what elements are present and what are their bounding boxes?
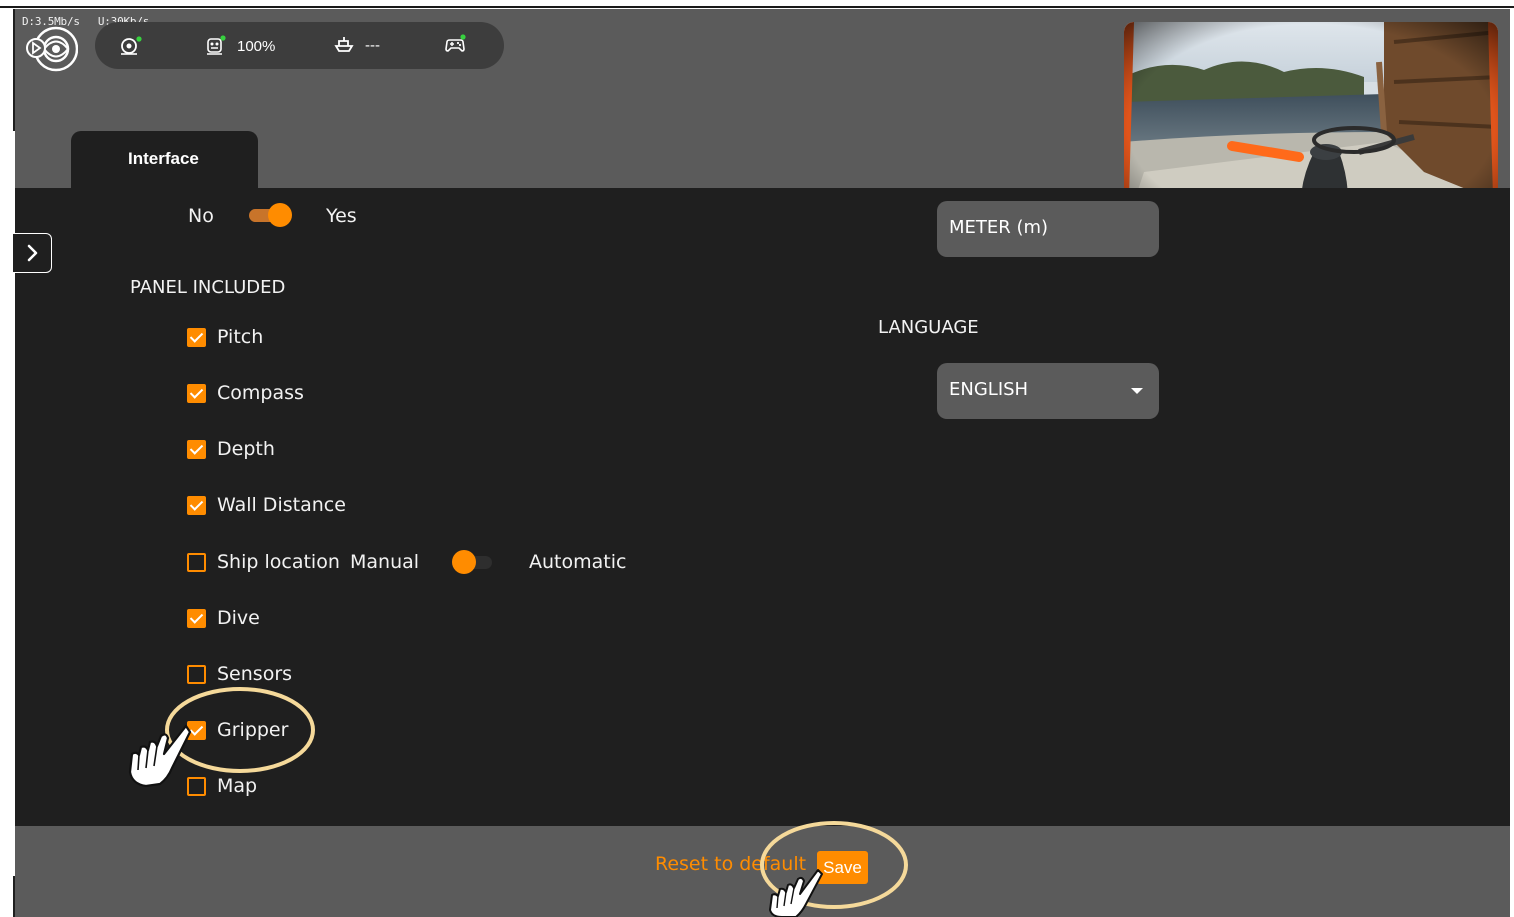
boat-icon [333, 34, 355, 56]
depth-checkbox[interactable] [187, 439, 206, 459]
gripper-label: Gripper [217, 719, 289, 741]
rov-status[interactable] [119, 34, 143, 58]
dive-checkbox[interactable] [187, 608, 206, 628]
reset-to-default-link[interactable]: Reset to default [655, 853, 806, 875]
wall-distance-checkbox[interactable] [187, 495, 206, 515]
sensors-checkbox[interactable] [187, 664, 206, 684]
language-select[interactable]: ENGLISH [937, 363, 1159, 419]
units-select-value: METER (m) [949, 217, 1049, 238]
left-edge [13, 9, 15, 131]
caret-down-icon [1131, 388, 1143, 394]
battery-value: 100% [237, 37, 276, 55]
app-logo-icon[interactable] [24, 24, 79, 72]
tab-interface-label: Interface [128, 149, 199, 168]
checkbox-row-depth[interactable]: Depth [187, 438, 275, 460]
sensors-label: Sensors [217, 663, 293, 685]
language-title: LANGUAGE [878, 317, 979, 338]
map-label: Map [217, 775, 258, 797]
checkbox-row-sensors[interactable]: Sensors [187, 663, 292, 685]
checkbox-row-gripper[interactable]: Gripper [187, 719, 288, 741]
ship-location-label: Ship location [217, 551, 340, 573]
units-select[interactable]: METER (m) [937, 201, 1159, 257]
toggle-no-label: No [188, 205, 214, 227]
checkbox-row-compass[interactable]: Compass [187, 382, 304, 404]
ship-mode-automatic-label: Automatic [529, 551, 627, 573]
checkbox-row-dive[interactable]: Dive [187, 607, 260, 629]
ship-location-mode-toggle[interactable] [450, 550, 496, 574]
chevron-right-icon [27, 244, 38, 262]
yes-no-toggle[interactable] [247, 203, 293, 227]
app-window: D:3.5Mb/sU:30Kb/s [0, 0, 1514, 917]
checkbox-row-pitch[interactable]: Pitch [187, 326, 263, 348]
map-checkbox[interactable] [187, 776, 206, 796]
wall-distance-label: Wall Distance [217, 494, 346, 516]
checkbox-row-wall-distance[interactable]: Wall Distance [187, 494, 346, 516]
footer-left-edge [13, 876, 15, 917]
toggle-yes-label: Yes [326, 205, 357, 227]
pitch-checkbox[interactable] [187, 327, 206, 347]
compass-label: Compass [217, 382, 304, 404]
boat-value: --- [365, 36, 380, 54]
ship-mode-manual-label: Manual [350, 551, 420, 573]
battery-status[interactable]: 100% [205, 34, 275, 58]
gamepad-status[interactable] [443, 34, 467, 56]
rov-icon [119, 34, 143, 58]
pitch-label: Pitch [217, 326, 264, 348]
gripper-checkbox[interactable] [187, 720, 206, 740]
top-border [0, 0, 1514, 8]
ship-location-checkbox[interactable] [187, 552, 206, 572]
sidebar-expand-button[interactable] [13, 233, 52, 273]
panel-included-title: PANEL INCLUDED [130, 277, 286, 298]
boat-status[interactable]: --- [333, 34, 380, 56]
compass-checkbox[interactable] [187, 383, 206, 403]
gamepad-icon [443, 34, 467, 56]
battery-robot-icon [205, 34, 227, 58]
checkbox-row-map[interactable]: Map [187, 775, 257, 797]
language-select-value: ENGLISH [949, 379, 1029, 400]
checkbox-row-ship-location[interactable]: Ship location [187, 551, 340, 573]
depth-label: Depth [217, 438, 275, 460]
save-button[interactable]: Save [817, 851, 868, 884]
dive-label: Dive [217, 607, 260, 629]
status-bar: 100% --- [95, 22, 504, 69]
